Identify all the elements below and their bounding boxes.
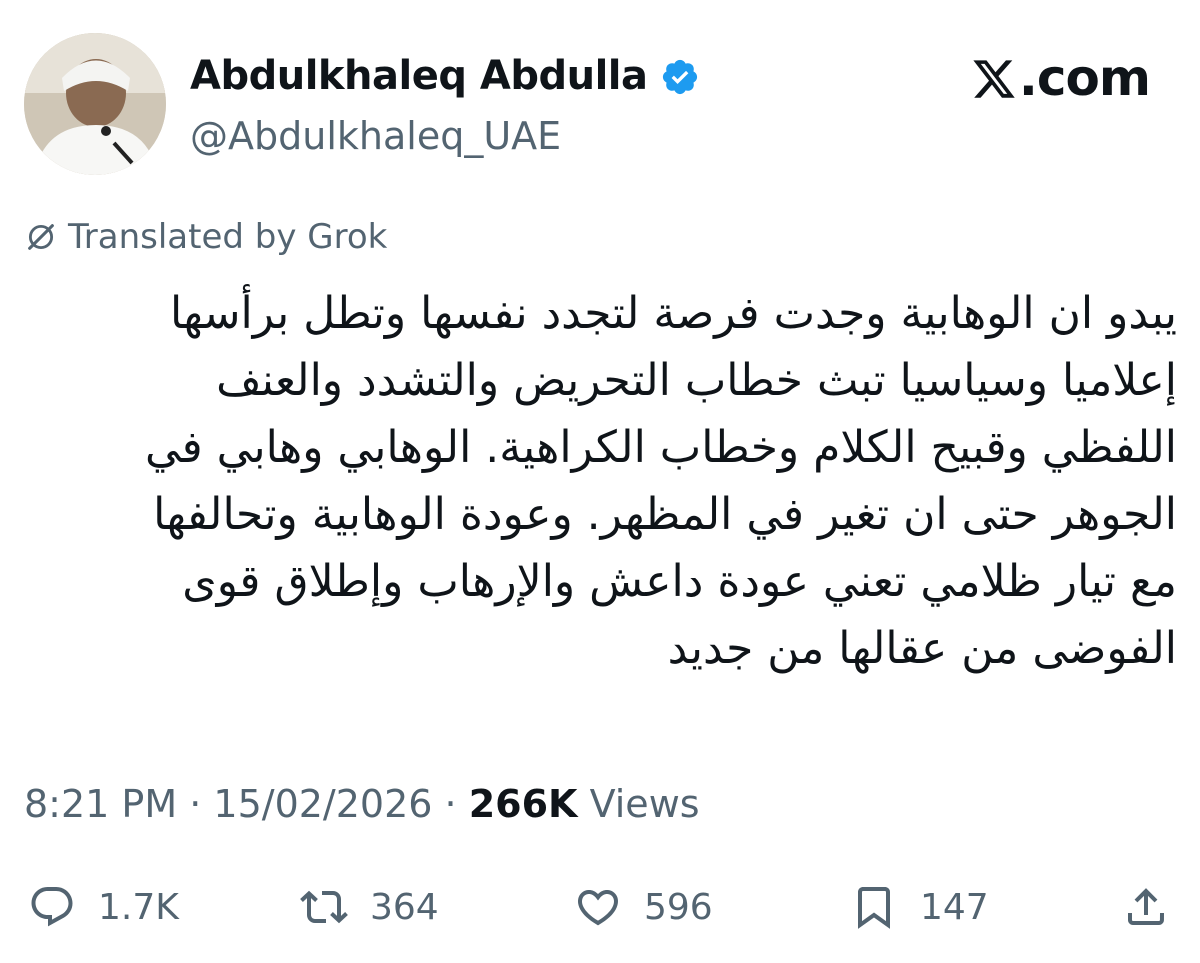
brand-logo: .com [971,49,1151,107]
tweet-line: مع تيار ظلامي تعني عودة داعش والإرهاب وإ… [182,556,1177,607]
reply-button[interactable]: 1.7K [28,872,179,942]
like-count: 596 [644,886,713,928]
tweet-date[interactable]: 15/02/2026 [213,782,432,826]
tweet-text: يبدو ان الوهابية وجدت فرصة لتجدد نفسها و… [22,280,1177,682]
heart-icon [577,890,619,926]
tweet-line: يبدو ان الوهابية وجدت فرصة لتجدد نفسها و… [169,288,1177,339]
verified-badge-icon [660,56,700,96]
bookmark-button[interactable]: 147 [850,872,989,942]
x-logo-icon [973,60,1015,98]
tweet-line: الجوهر حتى ان تغير في المظهر. وعودة الوه… [153,489,1177,540]
reply-icon [31,887,73,927]
share-icon [1128,888,1164,925]
bookmark-icon [858,887,890,929]
bookmark-count: 147 [920,886,989,928]
meta-separator: · [444,782,457,826]
views-label: Views [589,782,700,826]
reply-count: 1.7K [98,886,179,928]
display-name[interactable]: Abdulkhaleq Abdulla [190,48,700,104]
grok-icon [28,224,54,250]
translation-label: Translated by Grok [68,217,388,257]
repost-button[interactable]: 364 [300,872,439,942]
views-count[interactable]: 266K [469,782,578,826]
profile-photo [24,33,166,175]
tweet-line: إعلاميا وسياسيا تبث خطاب التحريض والتشدد… [216,355,1177,406]
display-name-text: Abdulkhaleq Abdulla [190,53,648,99]
tweet-time[interactable]: 8:21 PM [24,782,177,826]
avatar[interactable] [24,33,166,175]
share-button[interactable] [1122,872,1170,942]
repost-count: 364 [370,886,439,928]
brand-suffix: .com [1018,49,1151,107]
action-bar: 1.7K 364 596 147 [0,872,1200,942]
handle[interactable]: @Abdulkhaleq_UAE [190,110,561,162]
tweet-line: الفوضى من عقالها من جديد [667,623,1177,674]
tweet-line: اللفظي وقبيح الكلام وخطاب الكراهية. الوه… [144,422,1177,473]
tweet-meta: 8:21 PM · 15/02/2026 · 266K Views [24,778,700,830]
meta-separator: · [189,782,202,826]
repost-icon [300,890,348,924]
like-button[interactable]: 596 [574,872,713,942]
translation-indicator[interactable]: Translated by Grok [24,214,387,260]
